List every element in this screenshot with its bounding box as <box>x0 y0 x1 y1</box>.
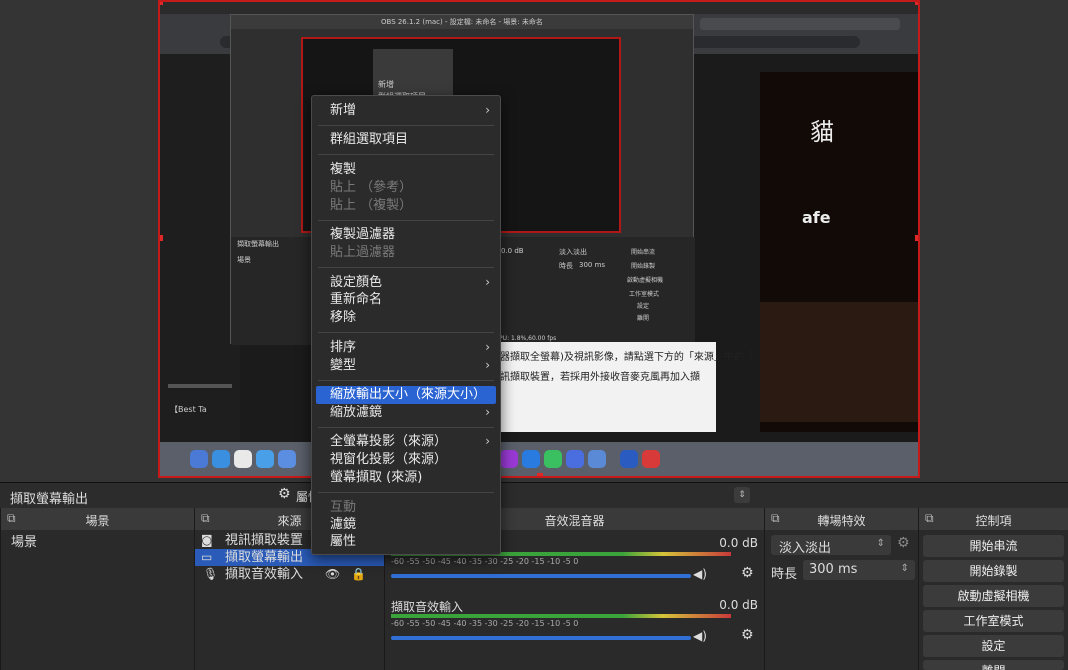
controls-dock: ⧉ 控制項 開始串流 開始錄製 啟動虛擬相機 工作室模式 設定 離開 <box>918 508 1068 670</box>
volume-meter <box>391 614 731 618</box>
captured-video-title: 【Best Ta <box>170 405 207 414</box>
display-capture-source[interactable]: 【Best Ta OBS 26.1.2 (mac) - 設定檔: 未命名 - 場… <box>158 0 920 478</box>
menu-item-rename[interactable]: 重新命名 <box>330 292 382 308</box>
selected-source-name: 擷取螢幕輸出 <box>10 492 89 507</box>
transitions-dock: ⧉ 轉場特效 淡入淡出 ⇕ ⚙ 時長 300 ms ⇕ <box>764 508 918 670</box>
microphone-icon: 🎙 <box>203 567 219 581</box>
camera-icon: ◙ <box>201 533 213 547</box>
menu-item-screenshot[interactable]: 螢幕擷取 (來源) <box>330 470 422 486</box>
meter-ticks: -60 -55 -50 -45 -40 -35 -30 -25 -20 -15 … <box>391 557 579 566</box>
transition-select[interactable]: 淡入淡出 ⇕ <box>771 535 891 556</box>
volume-icon[interactable]: ◀) <box>693 629 707 643</box>
scenes-dock: ⧉ 場景 場景 <box>0 508 194 670</box>
menu-item-set-color[interactable]: 設定顏色 <box>330 275 382 291</box>
exit-button[interactable]: 離開 <box>923 660 1064 670</box>
resize-handle[interactable] <box>537 473 543 476</box>
source-toolbar: 擷取螢幕輸出 ⚙ 屬性 ⇕ <box>0 482 1068 509</box>
menu-item-remove[interactable]: 移除 <box>330 310 356 326</box>
start-streaming-button[interactable]: 開始串流 <box>923 535 1064 557</box>
source-context-menu: 新增 › 群組選取項目 複製 貼上 （參考） 貼上 （複製） 複製過濾器 貼上過… <box>311 95 501 555</box>
resize-handle[interactable] <box>915 235 918 241</box>
gear-icon[interactable]: ⚙ <box>741 565 754 581</box>
menu-item-scale-output[interactable]: 縮放輸出大小（來源大小） <box>330 387 486 403</box>
menu-item-properties[interactable]: 屬性 <box>330 534 356 550</box>
captured-cafe-image: 貓 afe <box>760 72 918 432</box>
channel-db: 0.0 dB <box>719 536 758 550</box>
start-recording-button[interactable]: 開始錄製 <box>923 560 1064 582</box>
chevron-right-icon: › <box>485 340 490 354</box>
spin-arrows-icon: ⇕ <box>900 563 909 574</box>
source-dropdown-arrow-icon[interactable]: ⇕ <box>734 487 750 503</box>
chevron-right-icon: › <box>485 434 490 448</box>
duration-label: 時長 <box>771 567 798 582</box>
menu-item-copy-filters[interactable]: 複製過濾器 <box>330 227 395 243</box>
channel-db: 0.0 dB <box>719 598 758 612</box>
resize-handle[interactable] <box>915 2 918 5</box>
chevron-right-icon: › <box>485 405 490 419</box>
transitions-header: 轉場特效 <box>817 514 866 528</box>
monitor-icon: ▭ <box>201 550 213 564</box>
menu-item-copy[interactable]: 複製 <box>330 162 356 178</box>
menu-item-filters[interactable]: 濾鏡 <box>330 517 356 533</box>
volume-slider[interactable] <box>391 574 691 578</box>
captured-menubar <box>160 2 918 14</box>
meter-ticks: -60 -55 -50 -45 -40 -35 -30 -25 -20 -15 … <box>391 619 579 628</box>
lock-icon[interactable]: 🔒 <box>351 566 366 583</box>
volume-icon[interactable]: ◀) <box>693 567 707 581</box>
scenes-header: 場景 <box>85 514 110 528</box>
gear-icon[interactable]: ⚙ <box>741 627 754 643</box>
start-virtual-camera-button[interactable]: 啟動虛擬相機 <box>923 585 1064 607</box>
chevron-right-icon: › <box>485 103 490 117</box>
captured-obs-title: OBS 26.1.2 (mac) - 設定檔: 未命名 - 場景: 未命名 <box>381 18 543 26</box>
menu-item-paste-reference: 貼上 （參考） <box>330 180 413 195</box>
resize-handle[interactable] <box>160 235 163 241</box>
menu-item-scale-filter[interactable]: 縮放濾鏡 <box>330 405 382 421</box>
captured-webpage: 器擷取全螢幕)及視訊影像，請點選下方的「來源」中的「 訊擷取裝置，若採用外接收音… <box>496 342 754 432</box>
menu-item-paste-duplicate: 貼上 （複製） <box>330 198 413 213</box>
chevron-right-icon: › <box>485 275 490 289</box>
menu-item-fullscreen-projector[interactable]: 全螢幕投影（來源） <box>330 434 447 450</box>
controls-header: 控制項 <box>975 514 1012 528</box>
volume-slider[interactable] <box>391 636 691 640</box>
chevron-updown-icon: ⇕ <box>876 538 885 549</box>
captured-youtube-panel: 【Best Ta <box>160 54 240 442</box>
resize-handle[interactable] <box>160 2 163 5</box>
menu-item-add[interactable]: 新增 <box>330 103 356 119</box>
chevron-right-icon: › <box>485 358 490 372</box>
gear-icon[interactable]: ⚙ <box>897 535 910 551</box>
channel-name: 擷取音效輸入 <box>391 600 464 614</box>
menu-item-windowed-projector[interactable]: 視窗化投影（來源） <box>330 452 447 468</box>
menu-item-interact: 互動 <box>330 500 357 515</box>
settings-button[interactable]: 設定 <box>923 635 1064 657</box>
source-item[interactable]: 🎙 擷取音效輸入 👁 🔒 <box>195 566 384 583</box>
menu-item-order[interactable]: 排序 <box>330 340 356 356</box>
duration-spinbox[interactable]: 300 ms ⇕ <box>803 560 915 580</box>
menu-item-paste-filters: 貼上過濾器 <box>330 245 396 260</box>
preview-canvas[interactable]: 【Best Ta OBS 26.1.2 (mac) - 設定檔: 未命名 - 場… <box>0 0 1068 482</box>
scene-item[interactable]: 場景 <box>11 534 194 551</box>
studio-mode-button[interactable]: 工作室模式 <box>923 610 1064 632</box>
menu-item-transform[interactable]: 變型 <box>330 358 356 374</box>
menu-item-group[interactable]: 群組選取項目 <box>330 132 408 148</box>
gear-icon[interactable]: ⚙ <box>278 486 291 502</box>
eye-icon[interactable]: 👁 <box>325 566 340 583</box>
